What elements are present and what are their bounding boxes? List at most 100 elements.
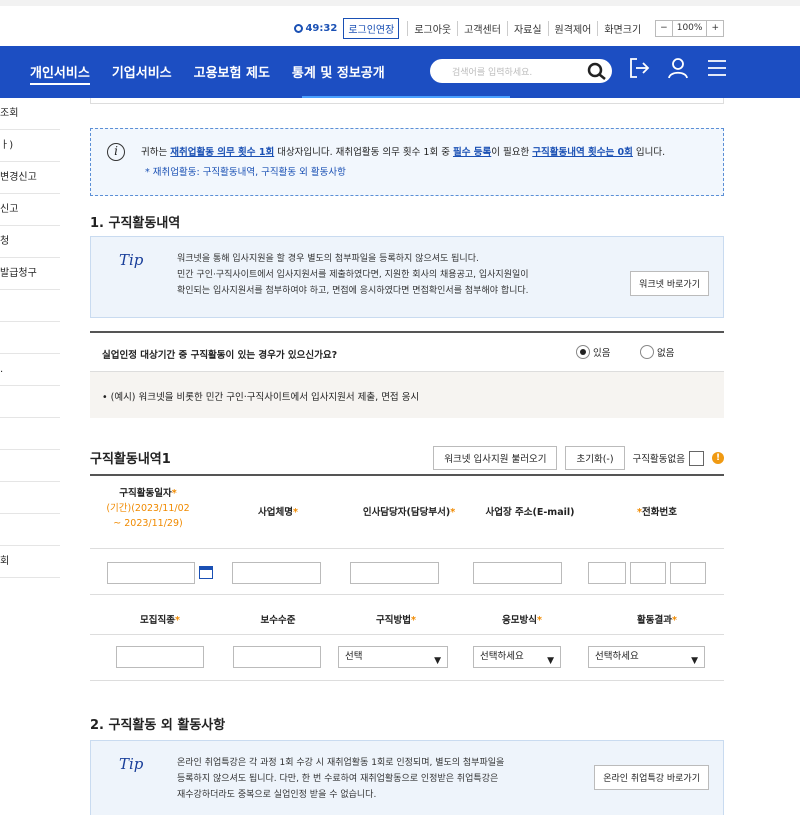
section1-tip: Tip 워크넷을 통해 입사지원을 할 경우 별도의 첨부파일을 등록하지 않으… <box>90 236 724 318</box>
radio-yes-circle[interactable] <box>576 345 590 359</box>
sidebar-item[interactable]: 청 <box>0 226 60 258</box>
sidebar-item[interactable] <box>0 386 60 418</box>
chevron-down-icon: ▼ <box>547 656 554 666</box>
info-icon: i <box>107 143 125 161</box>
sidebar-item[interactable] <box>0 290 60 322</box>
tip-logo: Tip <box>119 251 144 269</box>
no-activity-label: 구직활동없음 <box>632 454 685 465</box>
zoom-in-button[interactable]: + <box>706 21 723 36</box>
nav-item-personal[interactable]: 개인서비스 <box>30 62 90 85</box>
archive-link[interactable]: 자료실 <box>506 21 548 36</box>
chevron-down-icon: ▼ <box>691 656 698 666</box>
sidebar-item[interactable]: ㅏ) <box>0 130 60 162</box>
main-nav: 개인서비스 기업서비스 고용보험 제도 통계 및 정보공개 검색어를 입력하세요… <box>0 46 800 98</box>
no-activity-checkbox[interactable] <box>689 450 704 466</box>
nav-item-business[interactable]: 기업서비스 <box>112 62 172 85</box>
header-salary: 보수수준 <box>260 615 296 626</box>
phone-input-1[interactable] <box>588 562 626 584</box>
search-input[interactable]: 검색어를 입력하세요. <box>430 59 612 83</box>
notice-line: 귀하는 재취업활동 의무 횟수 1회 대상자입니다. 재취업활동 의무 횟수 1… <box>141 147 666 158</box>
warning-icon: ! <box>712 452 724 464</box>
logout-icon[interactable] <box>628 56 650 83</box>
utility-row: 49:32 로그인연장 로그아웃 고객센터 자료실 원격제어 화면크기 − 10… <box>294 18 724 39</box>
header-result: 활동결과* <box>637 615 677 626</box>
search-placeholder: 검색어를 입력하세요. <box>452 68 533 78</box>
salary-input[interactable] <box>233 646 321 668</box>
sidebar-item[interactable]: 발급청구 <box>0 258 60 290</box>
sidebar-item[interactable]: 조회 <box>0 98 60 130</box>
activity-list-title: 구직활동내역1 <box>90 452 171 467</box>
row-divider <box>90 680 724 681</box>
sidebar-item[interactable] <box>0 514 60 546</box>
activity-question: 실업인정 대상기간 중 구직활동이 있는 경우가 있으신가요? 있음 없음 • … <box>90 331 724 418</box>
nav-item-insurance[interactable]: 고용보험 제도 <box>194 62 270 85</box>
header-job: 모집직종* <box>140 615 180 626</box>
worknet-link-button[interactable]: 워크넷 바로가기 <box>630 271 709 296</box>
sidebar-item[interactable]: 신고 <box>0 194 60 226</box>
header-address: 사업장 주소(E-mail) <box>485 507 575 518</box>
method-select[interactable]: 선택 ▼ <box>338 646 448 668</box>
search-icon[interactable] <box>586 61 608 81</box>
nav-icons <box>628 56 744 83</box>
nav-menu: 개인서비스 기업서비스 고용보험 제도 통계 및 정보공개 <box>30 62 407 85</box>
sidebar-item[interactable] <box>0 450 60 482</box>
zoom-control: − 100% + <box>655 20 724 37</box>
section2-tip: Tip 온라인 취업특강은 각 과정 1회 수강 시 재취업활동 1회로 인정되… <box>90 740 724 815</box>
nav-item-statistics[interactable]: 통계 및 정보공개 <box>292 62 385 85</box>
sidebar-item[interactable]: . <box>0 354 60 386</box>
zoom-value: 100% <box>676 23 703 33</box>
reset-button[interactable]: 초기화(-) <box>565 446 625 470</box>
header-phone: *전화번호 <box>637 507 677 518</box>
radio-no[interactable]: 없음 <box>640 345 674 359</box>
clock-icon <box>294 24 304 33</box>
example-box: • (예시) 워크넷을 비롯한 민간 구인·구직사이트에서 입사지원서 제출, … <box>90 371 724 418</box>
header-company: 사업체명* <box>258 507 298 518</box>
chevron-down-icon: ▼ <box>434 656 441 666</box>
address-input[interactable] <box>473 562 562 584</box>
header-manager: 인사담당자(담당부서)* <box>362 507 456 518</box>
sidebar-item[interactable] <box>0 322 60 354</box>
header-method: 구직방법* <box>376 615 416 626</box>
job-input[interactable] <box>116 646 204 668</box>
import-worknet-button[interactable]: 워크넷 입사지원 불러오기 <box>433 446 558 470</box>
sidebar-item[interactable] <box>0 482 60 514</box>
tip-text: 워크넷을 통해 입사지원을 할 경우 별도의 첨부파일을 등록하지 않으셔도 됩… <box>177 254 529 296</box>
tip-logo: Tip <box>119 755 144 773</box>
question-label: 실업인정 대상기간 중 구직활동이 있는 경우가 있으신가요? <box>102 350 338 361</box>
date-input[interactable] <box>107 562 195 584</box>
notice-note: * 재취업활동: 구직활동내역, 구직활동 외 활동사항 <box>145 167 346 178</box>
top-divider <box>90 98 724 104</box>
header-date: 구직활동일자* (기간)(2023/11/02 ~ 2023/11/29) <box>106 488 190 529</box>
row-divider <box>90 548 724 549</box>
row-divider <box>90 634 724 635</box>
apply-select[interactable]: 선택하세요 ▼ <box>473 646 561 668</box>
calendar-icon[interactable] <box>199 566 213 579</box>
sidebar-item[interactable]: 회 <box>0 546 60 578</box>
row-divider <box>90 594 724 595</box>
menu-icon[interactable] <box>706 56 728 83</box>
phone-input-2[interactable] <box>630 562 666 584</box>
sidebar: 조회 ㅏ) 변경신고 신고 청 발급청구 . 회 <box>0 98 60 578</box>
extend-login-button[interactable]: 로그인연장 <box>343 18 400 39</box>
radio-no-circle[interactable] <box>640 345 654 359</box>
company-input[interactable] <box>232 562 321 584</box>
customer-center-link[interactable]: 고객센터 <box>457 21 507 36</box>
phone-input-3[interactable] <box>670 562 706 584</box>
remote-control-link[interactable]: 원격제어 <box>547 21 598 36</box>
session-timer: 49:32 <box>294 23 337 34</box>
sidebar-item[interactable] <box>0 418 60 450</box>
section2-title: 2. 구직활동 외 활동사항 <box>90 718 226 733</box>
header-apply: 응모방식* <box>502 615 542 626</box>
user-icon[interactable] <box>666 56 690 83</box>
sidebar-item[interactable]: 변경신고 <box>0 162 60 194</box>
result-select[interactable]: 선택하세요 ▼ <box>588 646 705 668</box>
logout-link[interactable]: 로그아웃 <box>407 21 457 36</box>
zoom-out-button[interactable]: − <box>656 21 673 36</box>
tip-text: 온라인 취업특강은 각 과정 1회 수강 시 재취업활동 1회로 인정되며, 별… <box>177 758 505 800</box>
manager-input[interactable] <box>350 562 439 584</box>
radio-yes[interactable]: 있음 <box>576 345 610 359</box>
notice-box: i 귀하는 재취업활동 의무 횟수 1회 대상자입니다. 재취업활동 의무 횟수… <box>90 128 724 196</box>
section1-title: 1. 구직활동내역 <box>90 216 181 231</box>
screen-size-label: 화면크기 <box>597 21 647 36</box>
online-lecture-link-button[interactable]: 온라인 취업특강 바로가기 <box>594 765 709 790</box>
